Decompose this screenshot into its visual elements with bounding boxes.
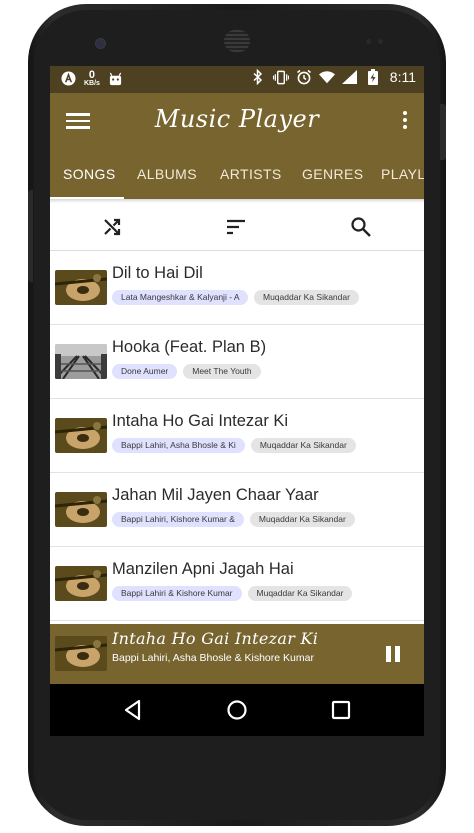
album-art-thumbnail	[55, 566, 107, 601]
artist-chip[interactable]: Bappi Lahiri, Kishore Kumar &	[112, 512, 244, 527]
app-title: Music Player	[154, 105, 320, 133]
status-time: 8:11	[389, 69, 416, 85]
artist-chip[interactable]: Lata Mangeshkar & Kalyanji - A	[112, 290, 248, 305]
power-button	[28, 190, 33, 282]
album-chip[interactable]: Muqaddar Ka Sikandar	[249, 512, 355, 527]
action-toolbar	[50, 203, 424, 251]
album-art-thumbnail	[55, 418, 107, 453]
now-playing-album-art	[55, 636, 107, 671]
network-speed-unit: KB/s	[84, 80, 100, 87]
song-row[interactable]: Intaha Ho Gai Intezar Ki Bappi Lahiri, A…	[50, 399, 424, 473]
bluetooth-icon	[250, 69, 266, 85]
signal-icon	[342, 69, 358, 85]
tab-genres[interactable]: GENRES	[302, 149, 364, 199]
shuffle-icon[interactable]	[100, 215, 124, 239]
album-chip[interactable]: Meet The Youth	[183, 364, 261, 379]
wifi-icon	[318, 69, 335, 85]
artist-chip[interactable]: Done Aumer	[112, 364, 178, 379]
data-saver-icon	[60, 71, 76, 87]
home-circle-icon[interactable]	[224, 697, 250, 723]
song-title: Intaha Ho Gai Intezar Ki	[112, 412, 289, 430]
song-row[interactable]: Manzilen Apni Jagah Hai Bappi Lahiri & K…	[50, 547, 424, 621]
volume-button	[440, 104, 446, 160]
album-chip[interactable]: Muqaddar Ka Sikandar	[247, 586, 353, 601]
alarm-icon	[296, 69, 312, 85]
tab-playlists[interactable]: PLAYLISTS	[381, 149, 424, 199]
tab-songs[interactable]: SONGS	[63, 149, 116, 199]
tab-albums[interactable]: ALBUMS	[137, 149, 197, 199]
artist-chip[interactable]: Bappi Lahiri, Asha Bhosle & Ki	[112, 438, 245, 453]
album-art-thumbnail	[55, 492, 107, 527]
song-title: Hooka (Feat. Plan B)	[112, 338, 267, 356]
song-list: Dil to Hai Dil Lata Mangeshkar & Kalyanj…	[50, 251, 424, 621]
artist-chip[interactable]: Bappi Lahiri & Kishore Kumar	[112, 586, 242, 601]
album-art-thumbnail	[55, 270, 107, 305]
more-vertical-icon[interactable]	[400, 111, 410, 133]
song-title: Dil to Hai Dil	[112, 264, 203, 282]
album-chip[interactable]: Muqaddar Ka Sikandar	[250, 438, 356, 453]
song-title: Jahan Mil Jayen Chaar Yaar	[112, 486, 319, 504]
light-sensor	[378, 39, 383, 44]
tab-bar: SONGS ALBUMS ARTISTS GENRES PLAYLISTS	[50, 149, 424, 199]
song-row[interactable]: Jahan Mil Jayen Chaar Yaar Bappi Lahiri,…	[50, 473, 424, 547]
app-screen: 0 KB/s 8:11 Music Player SONGS ALBUMS AR…	[50, 66, 424, 736]
network-speed-value: 0	[88, 69, 96, 81]
song-row[interactable]: Dil to Hai Dil Lata Mangeshkar & Kalyanj…	[50, 251, 424, 325]
song-title: Manzilen Apni Jagah Hai	[112, 560, 294, 578]
song-row[interactable]: Hooka (Feat. Plan B) Done Aumer Meet The…	[50, 325, 424, 399]
pause-icon[interactable]	[386, 646, 400, 662]
back-triangle-icon[interactable]	[120, 697, 146, 723]
recents-square-icon[interactable]	[328, 697, 354, 723]
status-bar: 0 KB/s 8:11	[50, 66, 424, 93]
android-icon	[108, 71, 124, 87]
network-speed: 0 KB/s	[84, 69, 100, 88]
now-playing-title: Intaha Ho Gai Intezar Ki	[112, 629, 319, 648]
vibrate-icon	[272, 69, 289, 85]
now-playing-artist: Bappi Lahiri, Asha Bhosle & Kishore Kuma…	[112, 652, 314, 664]
earpiece-speaker	[224, 30, 250, 52]
proximity-sensor	[366, 39, 371, 44]
battery-charging-icon	[365, 69, 381, 85]
front-camera	[95, 38, 106, 49]
tab-artists[interactable]: ARTISTS	[220, 149, 282, 199]
system-nav-bar	[50, 684, 424, 736]
album-art-thumbnail	[55, 344, 107, 379]
app-bar: Music Player	[50, 93, 424, 149]
now-playing-bar[interactable]: Intaha Ho Gai Intezar Ki Bappi Lahiri, A…	[50, 624, 424, 684]
album-chip[interactable]: Muqaddar Ka Sikandar	[254, 290, 359, 305]
sort-icon[interactable]	[224, 215, 248, 239]
search-icon[interactable]	[349, 215, 373, 239]
